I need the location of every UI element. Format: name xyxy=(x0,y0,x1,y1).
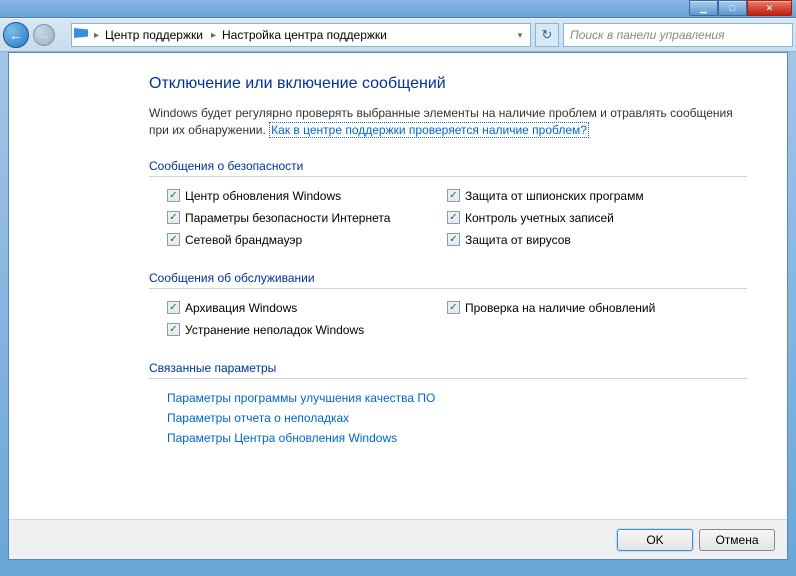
section-related-title: Связанные параметры xyxy=(149,361,747,379)
checkbox-label: Защита от шпионских программ xyxy=(465,189,644,203)
maintenance-checkgrid: ✓ Архивация Windows ✓ Проверка на наличи… xyxy=(149,301,747,337)
content-frame: Отключение или включение сообщений Windo… xyxy=(8,52,788,560)
checkbox-firewall[interactable]: ✓ Сетевой брандмауэр xyxy=(167,233,437,247)
forward-button[interactable]: → xyxy=(33,24,55,46)
checkbox-label: Проверка на наличие обновлений xyxy=(465,301,655,315)
maximize-button[interactable]: □ xyxy=(718,0,747,16)
content-area: Отключение или включение сообщений Windo… xyxy=(9,53,787,519)
section-maintenance-title: Сообщения об обслуживании xyxy=(149,271,747,289)
arrow-left-icon: ← xyxy=(9,27,23,43)
checkbox-icon: ✓ xyxy=(167,189,180,202)
intro-paragraph: Windows будет регулярно проверять выбран… xyxy=(149,105,747,139)
checkbox-spyware-protection[interactable]: ✓ Защита от шпионских программ xyxy=(447,189,747,203)
checkbox-icon: ✓ xyxy=(447,211,460,224)
checkbox-label: Параметры безопасности Интернета xyxy=(185,211,390,225)
breadcrumb-dropdown[interactable]: ▾ xyxy=(512,30,528,41)
checkbox-label: Архивация Windows xyxy=(185,301,297,315)
navigation-bar: ← → ▸ Центр поддержки ▸ Настройка центра… xyxy=(0,18,796,52)
link-ceip-settings[interactable]: Параметры программы улучшения качества П… xyxy=(167,391,747,405)
checkbox-icon: ✓ xyxy=(167,211,180,224)
checkbox-label: Центр обновления Windows xyxy=(185,189,341,203)
close-button[interactable]: ✕ xyxy=(747,0,792,16)
flag-icon xyxy=(74,28,90,42)
checkbox-icon: ✓ xyxy=(447,301,460,314)
checkbox-icon: ✓ xyxy=(167,233,180,246)
search-input[interactable]: Поиск в панели управления xyxy=(563,23,793,47)
checkbox-check-updates[interactable]: ✓ Проверка на наличие обновлений xyxy=(447,301,747,315)
security-checkgrid: ✓ Центр обновления Windows ✓ Защита от ш… xyxy=(149,189,747,247)
checkbox-icon: ✓ xyxy=(167,301,180,314)
checkbox-label: Сетевой брандмауэр xyxy=(185,233,302,247)
checkbox-virus-protection[interactable]: ✓ Защита от вирусов xyxy=(447,233,747,247)
checkbox-label: Устранение неполадок Windows xyxy=(185,323,364,337)
checkbox-internet-security[interactable]: ✓ Параметры безопасности Интернета xyxy=(167,211,437,225)
minimize-button[interactable]: ▁ xyxy=(689,0,718,16)
refresh-icon: ↻ xyxy=(542,27,553,43)
checkbox-icon: ✓ xyxy=(167,323,180,336)
link-error-reporting[interactable]: Параметры отчета о неполадках xyxy=(167,411,747,425)
intro-help-link[interactable]: Как в центре поддержки проверяется налич… xyxy=(269,122,589,138)
breadcrumb-level2[interactable]: Настройка центра поддержки xyxy=(218,24,393,46)
back-button[interactable]: ← xyxy=(3,22,29,48)
section-security-title: Сообщения о безопасности xyxy=(149,159,747,177)
checkbox-icon: ✓ xyxy=(447,189,460,202)
window-titlebar: ▁ □ ✕ xyxy=(0,0,796,18)
checkbox-label: Контроль учетных записей xyxy=(465,211,614,225)
checkbox-icon: ✓ xyxy=(447,233,460,246)
breadcrumb[interactable]: ▸ Центр поддержки ▸ Настройка центра под… xyxy=(71,23,531,47)
checkbox-backup[interactable]: ✓ Архивация Windows xyxy=(167,301,437,315)
arrow-right-icon: → xyxy=(38,28,50,42)
link-windows-update-settings[interactable]: Параметры Центра обновления Windows xyxy=(167,431,747,445)
checkbox-label: Защита от вирусов xyxy=(465,233,571,247)
search-placeholder: Поиск в панели управления xyxy=(570,28,725,42)
related-links: Параметры программы улучшения качества П… xyxy=(149,391,747,445)
chevron-right-icon: ▸ xyxy=(92,30,101,41)
dialog-footer: OK Отмена xyxy=(9,519,787,559)
page-title: Отключение или включение сообщений xyxy=(149,75,747,93)
checkbox-troubleshooting[interactable]: ✓ Устранение неполадок Windows xyxy=(167,323,437,337)
checkbox-uac[interactable]: ✓ Контроль учетных записей xyxy=(447,211,747,225)
chevron-right-icon: ▸ xyxy=(209,30,218,41)
cancel-button[interactable]: Отмена xyxy=(699,529,775,551)
ok-button[interactable]: OK xyxy=(617,529,693,551)
checkbox-windows-update[interactable]: ✓ Центр обновления Windows xyxy=(167,189,437,203)
refresh-button[interactable]: ↻ xyxy=(535,23,559,47)
breadcrumb-level1[interactable]: Центр поддержки xyxy=(101,24,209,46)
